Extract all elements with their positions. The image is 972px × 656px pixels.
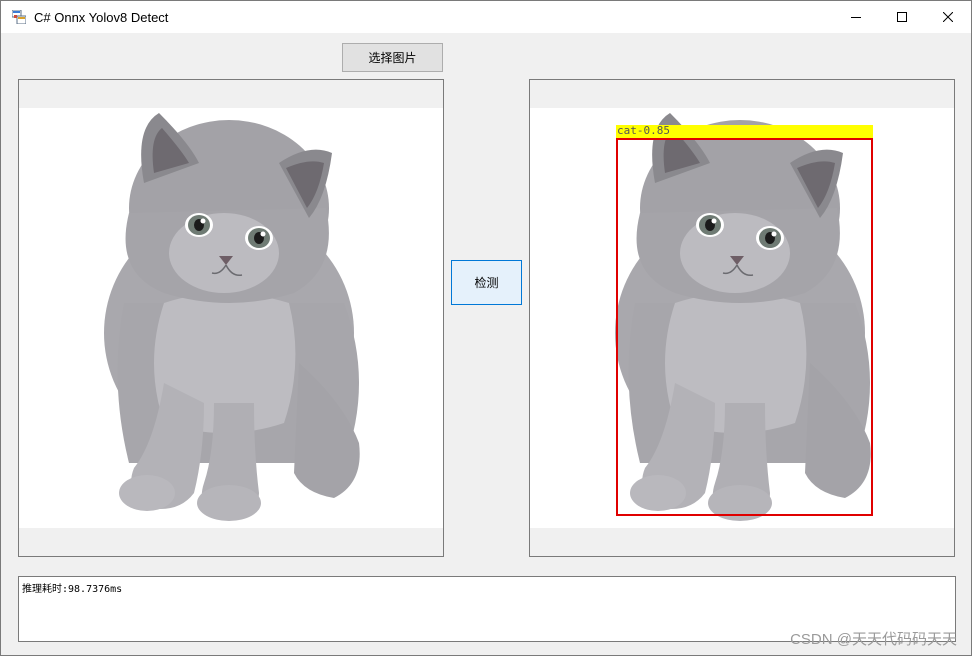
close-button[interactable]: [925, 1, 971, 33]
inference-time-text: 推理耗时:98.7376ms: [22, 584, 123, 595]
maximize-icon: [897, 12, 907, 22]
watermark: CSDN @天天代码码天天: [790, 631, 957, 648]
close-icon: [943, 12, 953, 22]
minimize-button[interactable]: [833, 1, 879, 33]
detection-box: [616, 138, 873, 516]
title-bar[interactable]: C# Onnx Yolov8 Detect: [1, 1, 971, 33]
source-image-box: [18, 79, 444, 557]
maximize-button[interactable]: [879, 1, 925, 33]
source-image: [19, 108, 443, 528]
window-title: C# Onnx Yolov8 Detect: [34, 10, 169, 25]
detection-label: cat-0.85: [616, 125, 873, 138]
detect-button[interactable]: 检测: [451, 260, 522, 305]
result-image: cat-0.85: [530, 108, 954, 528]
winforms-app-icon: [11, 9, 27, 25]
result-image-box: cat-0.85: [529, 79, 955, 557]
app-window: C# Onnx Yolov8 Detect 选择图片 检测 cat-0.85 推…: [0, 0, 972, 656]
minimize-icon: [851, 12, 861, 22]
select-image-button[interactable]: 选择图片: [342, 43, 443, 72]
detection-label-text: cat-0.85: [617, 125, 670, 137]
